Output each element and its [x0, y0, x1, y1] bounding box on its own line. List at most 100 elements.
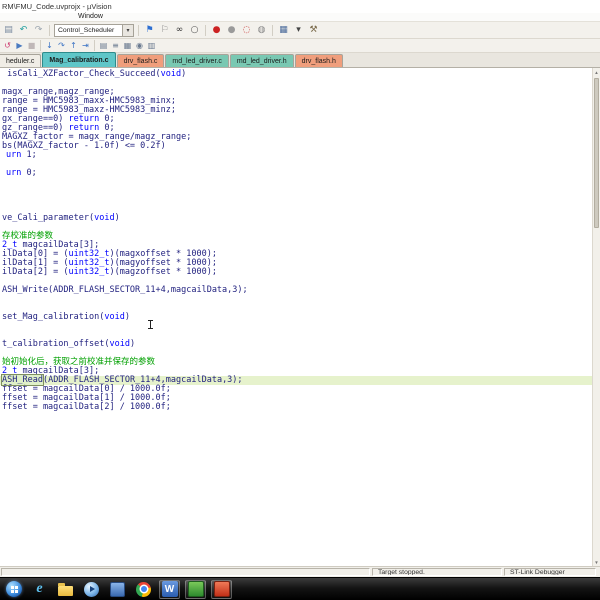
- windows-layout-icon[interactable]: ▦: [277, 24, 290, 37]
- scroll-down-arrow-icon[interactable]: ▼: [593, 558, 600, 566]
- text-cursor: [148, 320, 153, 329]
- code-line: set_Mag_calibration(void): [0, 313, 592, 322]
- step-over-icon[interactable]: ↷: [56, 40, 67, 51]
- green-app-icon-glyph: [187, 581, 204, 597]
- breakpoint-icon[interactable]: ●: [210, 24, 223, 37]
- main-toolbar: ▤ ↶ ↷ Control_Scheduler ▾ ⚑ ⚐ ∞ ○ ● ● ◌ ◍ ▦ ▾ ⚒: [0, 22, 600, 39]
- code-segment: ): [129, 339, 136, 349]
- code-line: ilData[2] = (uint32_t)(magzoffset * 1000…: [0, 268, 592, 277]
- chevron-down-icon: ▾: [122, 24, 133, 36]
- toolbar-separator: [40, 40, 41, 51]
- watch-window-icon[interactable]: ◉: [134, 40, 145, 51]
- scroll-up-arrow-icon[interactable]: ▲: [593, 68, 600, 76]
- code-text-area[interactable]: isCali_XZFactor_Check_Succeed(void) magx…: [0, 68, 592, 566]
- code-segment: void: [109, 339, 130, 349]
- undo-icon[interactable]: ↶: [17, 24, 30, 37]
- vertical-scrollbar[interactable]: ▲ ▼: [592, 68, 600, 566]
- media-player-icon[interactable]: [81, 580, 102, 599]
- reset-icon[interactable]: ↺: [2, 40, 13, 51]
- code-segment: ): [114, 213, 120, 223]
- tab-mag-calibration-c[interactable]: Mag_calibration.c: [42, 52, 116, 67]
- word-icon-glyph: W: [161, 581, 178, 597]
- run-to-cursor-icon[interactable]: ⇥: [80, 40, 91, 51]
- code-editor[interactable]: isCali_XZFactor_Check_Succeed(void) magx…: [0, 68, 600, 566]
- code-segment: uint32_t: [68, 267, 110, 277]
- status-spacer-panel: [1, 568, 370, 576]
- redo-icon[interactable]: ↷: [32, 24, 45, 37]
- disassembly-window-icon[interactable]: ≡: [110, 40, 121, 51]
- breakpoint-disable-icon[interactable]: ●: [225, 24, 238, 37]
- code-line: ASH_Write(ADDR_FLASH_SECTOR_11+4,magcail…: [0, 286, 592, 295]
- breakpoint-kill-icon[interactable]: ◌: [240, 24, 253, 37]
- status-bar: Target stopped. ST-Link Debugger: [0, 566, 600, 577]
- stop-icon[interactable]: ■: [26, 40, 37, 51]
- code-segment: isCali_XZFactor_Check_Succeed(: [2, 69, 161, 79]
- tab-drv-flash-h[interactable]: drv_flash.h: [294, 54, 343, 67]
- registers-window-icon[interactable]: ▦: [122, 40, 133, 51]
- menu-bar: Window: [0, 13, 600, 22]
- title-bar: RM\FMU_Code.uvprojx - µVision: [0, 0, 600, 13]
- debug-toolbar: ↺ ▶ ■ ↓ ↷ ↑ ⇥ ▤ ≡ ▦ ◉ ▥: [0, 39, 600, 53]
- code-segment: urn: [6, 150, 22, 160]
- toolbar-separator: [49, 24, 50, 36]
- tab-heduler-c[interactable]: heduler.c: [0, 54, 42, 67]
- ie-icon[interactable]: e: [29, 580, 50, 599]
- ie-icon-glyph: e: [36, 581, 43, 596]
- target-select-dropdown[interactable]: Control_Scheduler ▾: [54, 23, 134, 37]
- find-in-files-icon[interactable]: ∞: [173, 24, 186, 37]
- code-line: urn 0;: [0, 169, 592, 178]
- tab-md-led-driver-h[interactable]: md_led_driver.h: [229, 54, 294, 67]
- explorer-folder-icon-glyph: [58, 582, 73, 596]
- command-window-icon[interactable]: ▤: [98, 40, 109, 51]
- windows-taskbar: eW: [0, 577, 600, 600]
- code-segment: ve_Cali_parameter(: [2, 213, 95, 223]
- start-button-glyph: [5, 581, 22, 597]
- code-segment: 1;: [21, 150, 37, 160]
- explorer-folder-icon[interactable]: [55, 580, 76, 599]
- code-line: ve_Cali_parameter(void): [0, 214, 592, 223]
- step-out-icon[interactable]: ↑: [68, 40, 79, 51]
- green-app-icon[interactable]: [185, 579, 206, 599]
- code-segment: ): [181, 69, 187, 79]
- uvision-window: RM\FMU_Code.uvprojx - µVision Window ▤ ↶ ↷…: [0, 0, 600, 600]
- flag-clear-icon[interactable]: ⚐: [158, 24, 171, 37]
- toolbar-separator: [138, 24, 139, 36]
- step-into-icon[interactable]: ↓: [44, 40, 55, 51]
- code-line: ffset = magcailData[2] / 1000.0f;: [0, 403, 592, 412]
- target-select-value: Control_Scheduler: [58, 26, 115, 34]
- memory-window-icon[interactable]: ▥: [146, 40, 157, 51]
- tab-label: drv_flash.c: [123, 57, 158, 65]
- find-icon[interactable]: ○: [188, 24, 201, 37]
- layout-dropdown-icon[interactable]: ▾: [292, 24, 305, 37]
- configure-icon[interactable]: ⚒: [307, 24, 320, 37]
- chrome-icon[interactable]: [133, 580, 154, 599]
- code-segment: set_Mag_calibration(: [2, 312, 105, 322]
- window-title: RM\FMU_Code.uvprojx - µVision: [2, 2, 112, 11]
- flag-icon[interactable]: ⚑: [143, 24, 156, 37]
- code-segment: void: [104, 312, 125, 322]
- code-segment: )(magzoffset * 1000);: [109, 267, 217, 277]
- run-icon[interactable]: ▶: [14, 40, 25, 51]
- scrollbar-thumb[interactable]: [594, 78, 599, 228]
- tab-drv-flash-c[interactable]: drv_flash.c: [116, 54, 165, 67]
- debugger-name: ST-Link Debugger: [504, 568, 596, 576]
- blue-app-icon[interactable]: [107, 580, 128, 599]
- word-icon[interactable]: W: [159, 579, 180, 599]
- tab-label: md_led_driver.h: [236, 57, 287, 65]
- paste-icon[interactable]: ▤: [2, 24, 15, 37]
- document-tab-bar: heduler.c Mag_calibration.c drv_flash.c md_…: [0, 52, 600, 68]
- red-app-icon[interactable]: [211, 579, 232, 599]
- breakpoint-enable-icon[interactable]: ◍: [255, 24, 268, 37]
- code-line: t_calibration_offset(void): [0, 340, 592, 349]
- tab-label: heduler.c: [6, 57, 35, 65]
- start-button[interactable]: [3, 580, 24, 599]
- code-segment: ASH_Write(ADDR_FLASH_SECTOR_11+4,magcail…: [2, 285, 248, 295]
- tab-md-led-driver-c[interactable]: md_led_driver.c: [165, 54, 229, 67]
- code-segment: t_calibration_offset(: [2, 339, 110, 349]
- menu-item-window[interactable]: Window: [75, 13, 106, 21]
- code-segment: ffset = magcailData[2] / 1000.0f;: [2, 402, 171, 412]
- code-segment: urn: [6, 168, 22, 178]
